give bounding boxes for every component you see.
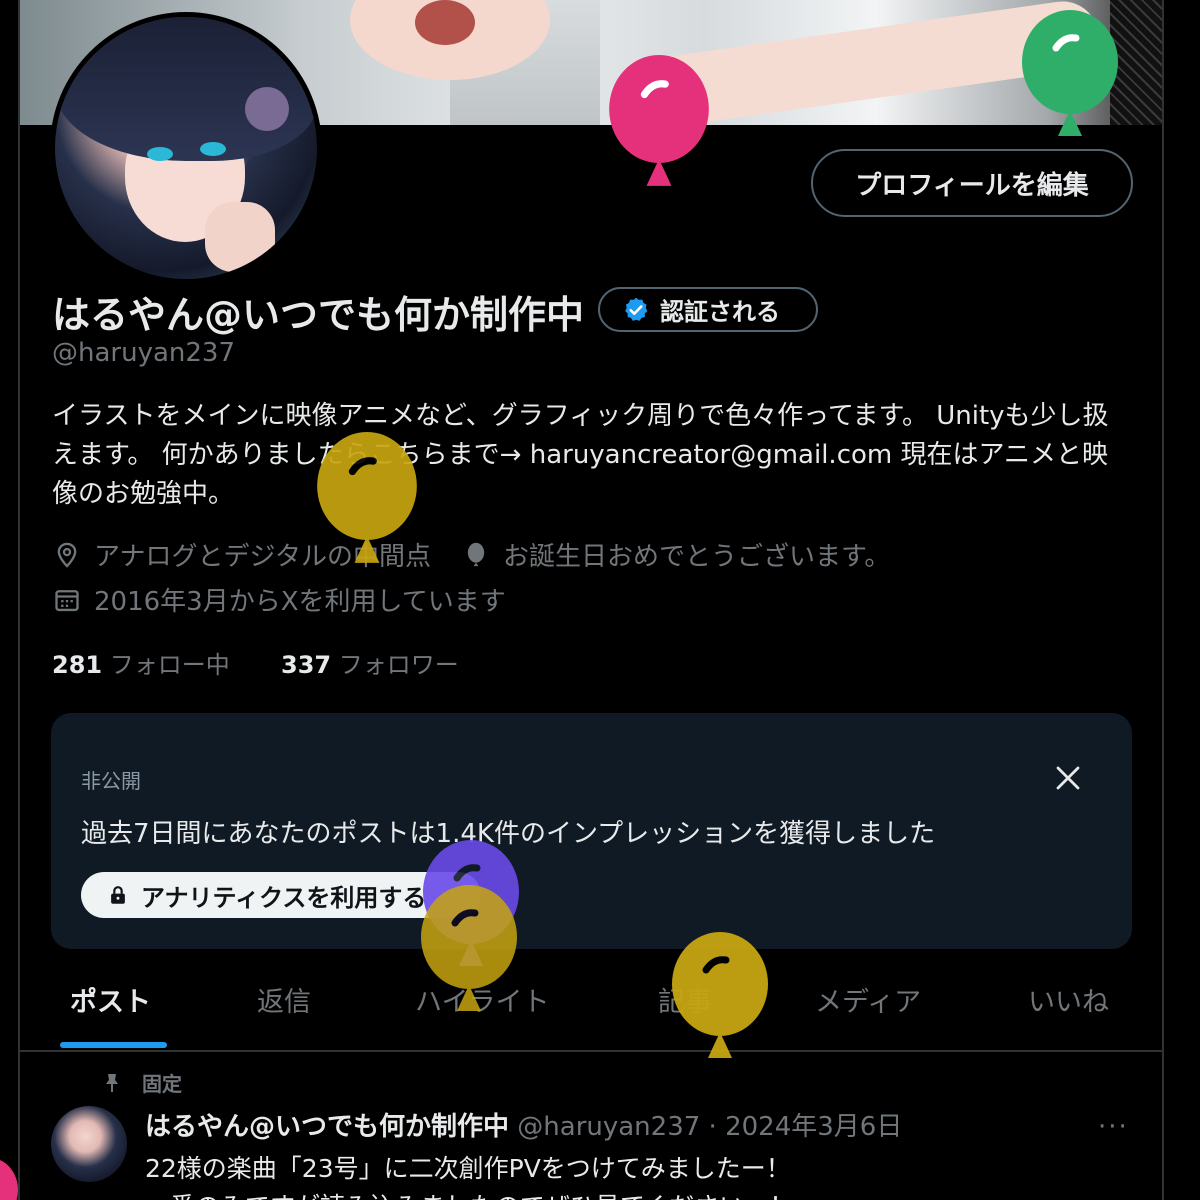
green-balloon-icon: [1022, 10, 1118, 136]
pinned-indicator: 固定: [100, 1068, 182, 1097]
yellow-balloon-icon: [672, 932, 768, 1058]
profile-bio: イラストをメインに映像アニメなど、グラフィック周りで色々作ってます。 Unity…: [52, 401, 1109, 509]
tab-media[interactable]: メディア: [815, 980, 921, 1019]
post-text: 22様の楽曲「23号」に二次創作PVをつけてみましたー！ 一番のみですが読み込み…: [145, 1154, 794, 1200]
tab-posts[interactable]: ポスト: [70, 980, 151, 1019]
profile-tabs: ポスト 返信 ハイライト 記事 メディア いいね: [20, 960, 1162, 1052]
profile-avatar[interactable]: [50, 12, 322, 284]
post-header: はるやん@いつでも何か制作中 @haruyan237 · 2024年3月6日: [145, 1106, 902, 1143]
pinned-label: 固定: [142, 1072, 182, 1096]
close-icon[interactable]: [1053, 763, 1083, 793]
lock-icon: [111, 886, 125, 904]
followers-label: フォロワー: [338, 651, 459, 679]
following-label: フォロー中: [109, 651, 230, 679]
more-options-icon[interactable]: ···: [1098, 1112, 1129, 1142]
tab-likes[interactable]: いいね: [1028, 980, 1109, 1019]
verified-check-icon: [625, 297, 648, 321]
verified-badge-button[interactable]: 認証される: [598, 287, 818, 332]
use-analytics-label: アナリティクスを利用する: [141, 883, 427, 912]
private-label: 非公開: [81, 769, 141, 793]
pink-balloon-icon: [609, 55, 709, 186]
profile-page: プロフィールを編集 はるやん@いつでも何か制作中 認証される @haruyan2…: [0, 0, 1200, 1200]
post-avatar[interactable]: [51, 1106, 127, 1182]
verified-label: 認証される: [660, 298, 780, 326]
edit-profile-button[interactable]: プロフィールを編集: [811, 149, 1133, 217]
following-link[interactable]: 281 フォロー中: [52, 651, 230, 679]
column-border-right: [1162, 0, 1164, 1200]
birthday-text: お誕生日おめでとうございます。: [502, 542, 891, 572]
display-name: はるやん@いつでも何か制作中: [52, 293, 585, 337]
pin-icon: [106, 1073, 118, 1092]
tab-replies[interactable]: 返信: [257, 980, 311, 1019]
analytics-card: 非公開 過去7日間にあなたのポストは1.4K件のインプレッションを獲得しました …: [51, 713, 1132, 949]
profile-meta-row: アナログとデジタルの中間点 お誕生日おめでとうございます。: [52, 536, 890, 573]
active-tab-indicator: [60, 1042, 167, 1048]
followers-link[interactable]: 337 フォロワー: [281, 651, 459, 679]
joined-row: 2016年3月からXを利用しています: [52, 581, 506, 618]
pink-balloon-icon: [0, 1160, 18, 1200]
followers-count: 337: [281, 651, 332, 679]
joined-text: 2016年3月からXを利用しています: [94, 587, 506, 617]
following-count: 281: [52, 651, 103, 679]
calendar-icon: [52, 585, 82, 615]
yellow-balloon-icon: [421, 885, 517, 1011]
location-icon: [52, 540, 82, 570]
post-handle-date[interactable]: @haruyan237 · 2024年3月6日: [517, 1112, 902, 1142]
balloon-icon: [461, 540, 491, 570]
profile-handle: @haruyan237: [52, 338, 236, 368]
follow-stats: 281 フォロー中 337 フォロワー: [52, 645, 459, 680]
post-author-name[interactable]: はるやん@いつでも何か制作中: [145, 1112, 509, 1142]
yellow-balloon-icon: [317, 432, 417, 563]
